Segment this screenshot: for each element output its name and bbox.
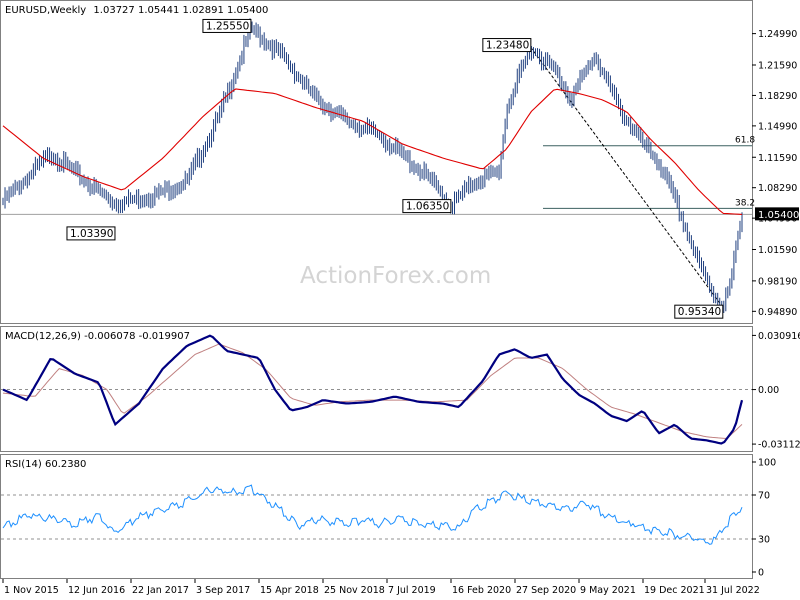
price-ohlc: 1.03727 1.05441 1.02891 1.05400: [93, 5, 268, 16]
price-symbol: EURUSD,Weekly: [5, 5, 86, 16]
time-tick-label: 31 Jul 2022: [706, 585, 760, 596]
time-tick-label: 16 Feb 2020: [452, 585, 511, 596]
price-annotation-label: 1.03390: [70, 228, 113, 240]
time-tick-label: 12 Jun 2016: [68, 585, 125, 596]
price-annotation-label: 1.06350: [406, 201, 449, 213]
rsi-line: [2, 484, 743, 545]
rsi-panel-title: RSI(14) 60.2380: [5, 459, 86, 470]
rsi-panel-frame: [0, 454, 753, 579]
rsi-tick-label: 0: [758, 568, 764, 579]
price-tick-label: 1.21590: [758, 60, 797, 71]
price-tick-label: 1.08290: [758, 183, 797, 194]
macd-series: [1, 334, 752, 445]
macd-panel-frame: [0, 326, 753, 452]
macd-tick-label: 0.00: [758, 385, 779, 396]
price-tick-label: 1.18290: [758, 91, 797, 102]
time-tick-label: 27 Sep 2020: [516, 585, 576, 596]
last-price-label: 1.05400: [758, 210, 799, 221]
rsi-tick-label: 100: [758, 458, 776, 469]
price-tick-label: 0.94890: [758, 307, 797, 318]
rsi-tick-label: 70: [758, 491, 770, 502]
time-tick-label: 3 Sep 2017: [196, 585, 250, 596]
time-tick-label: 22 Jan 2017: [132, 585, 189, 596]
macd-tick-label: -0.031124: [758, 440, 800, 451]
rsi-series: [1, 484, 752, 545]
price-tick-label: 1.24990: [758, 29, 797, 40]
rsi-tick-label: 30: [758, 535, 770, 546]
time-tick-label: 1 Nov 2015: [4, 585, 59, 596]
macd-tick-label: 0.030916: [758, 331, 800, 342]
price-tick-label: 1.11590: [758, 153, 797, 164]
price-tick-label: 1.14990: [758, 121, 797, 132]
time-tick-label: 25 Nov 2018: [324, 585, 385, 596]
watermark: ActionForex.com: [300, 263, 491, 289]
moving-average-line: [2, 88, 743, 215]
macd-panel-title: MACD(12,26,9) -0.006078 -0.019907: [5, 331, 190, 342]
price-tick-label: 0.98190: [758, 276, 797, 287]
time-tick-label: 9 May 2021: [580, 585, 636, 596]
time-tick-label: 7 Jul 2019: [388, 585, 436, 596]
time-tick-label: 19 Dec 2021: [644, 585, 705, 596]
price-tick-label: 1.01590: [758, 245, 797, 256]
price-annotation-label: 1.25550: [206, 20, 249, 32]
fib-label: 38.2: [735, 198, 755, 208]
price-panel-title: EURUSD,Weekly 1.03727 1.05441 1.02891 1.…: [5, 5, 268, 16]
price-annotation-label: 1.23480: [486, 40, 529, 52]
signal-line: [2, 343, 743, 439]
fib-label: 61.8: [735, 136, 755, 146]
price-annotation-label: 0.95340: [678, 306, 721, 318]
chart-canvas: ActionForex.com EURUSD,Weekly 1.03727 1.…: [0, 0, 800, 596]
time-tick-label: 15 Apr 2018: [260, 585, 319, 596]
